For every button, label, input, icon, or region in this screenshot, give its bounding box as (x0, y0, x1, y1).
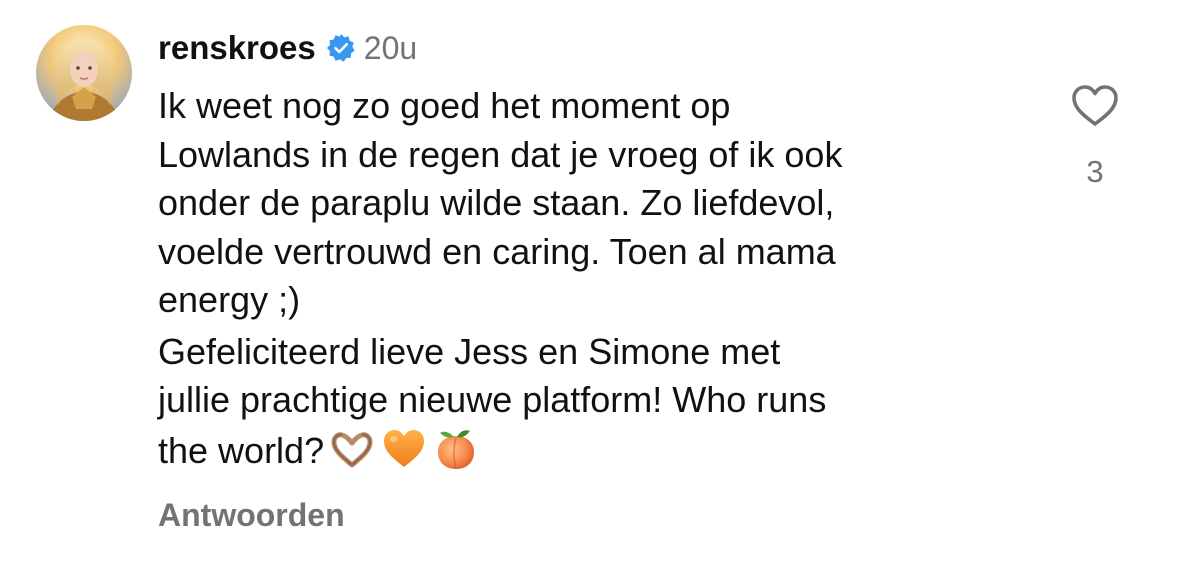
comment-timestamp: 20u (363, 29, 418, 66)
avatar[interactable] (36, 25, 132, 121)
comment-paragraph-2-text: Gefeliciteerd lieve Jess en Simone met j… (158, 330, 827, 471)
verified-badge-icon (326, 33, 356, 63)
comment-header: renskroes 20u (158, 26, 417, 70)
heart-outline-icon[interactable] (1070, 84, 1120, 128)
reply-button[interactable]: Antwoorden (158, 497, 345, 534)
username[interactable]: renskroes (158, 29, 316, 67)
comment-paragraph-1: Ik weet nog zo goed het moment op Lowlan… (158, 85, 843, 320)
heart-hands-emoji (328, 425, 376, 473)
orange-heart-emoji (380, 425, 428, 473)
peach-emoji (432, 425, 480, 473)
like-count: 3 (1086, 154, 1104, 189)
comment-paragraph-2: Gefeliciteerd lieve Jess en Simone met j… (158, 328, 1018, 476)
comment-body: Ik weet nog zo goed het moment op Lowlan… (158, 82, 1018, 475)
